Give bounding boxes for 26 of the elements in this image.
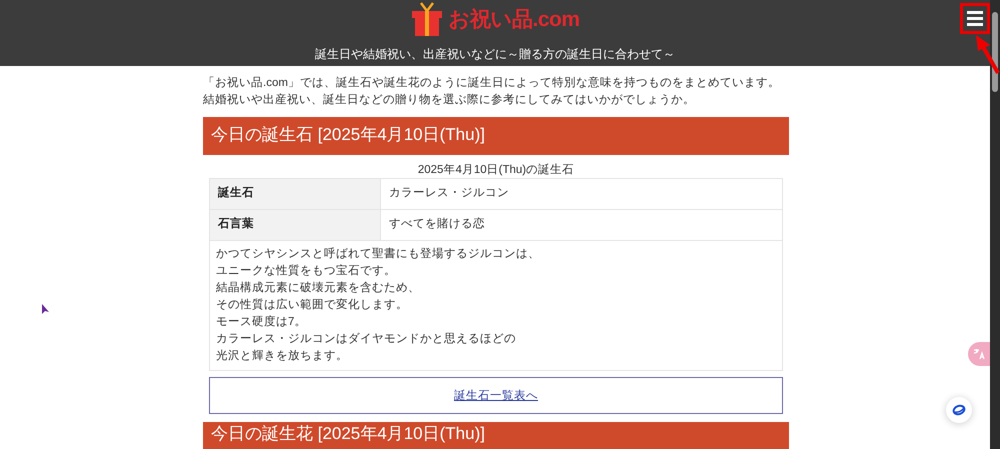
gift-icon <box>410 2 444 36</box>
description-line: カラーレス・ジルコンはダイヤモンドかと思えるほどの <box>216 332 516 347</box>
list-link[interactable]: 誕生石一覧表へ <box>454 388 538 403</box>
intro-text: 「お祝い品.com」では、誕生石や誕生花のように誕生日によって特別な意味を持つものをまとめています。 <box>203 76 780 91</box>
description-line: かつてシヤシンスと呼ばれて聖書にも登場するジルコンは、 <box>216 246 540 262</box>
assistant-button[interactable] <box>946 397 972 423</box>
description-line: 光沢と輝きを放ちます。 <box>216 348 348 364</box>
section-heading: 今日の誕生石 [2025年4月10日(Thu)] <box>203 117 789 155</box>
table-caption: 2025年4月10日(Thu)の誕生石 <box>416 162 576 178</box>
table-header-cell: 誕生石 <box>210 179 381 209</box>
pointer-arrow <box>974 35 1000 75</box>
section-heading: 今日の誕生花 [2025年4月10日(Thu)] <box>203 422 789 449</box>
table-cell-text: カラーレス・ジルコン <box>388 186 510 201</box>
ring-icon <box>952 404 966 416</box>
description-line: その性質は広い範囲で変化します。 <box>216 297 408 313</box>
table-header-cell: 石言葉 <box>210 210 381 240</box>
table-cell-text: すべてを賭ける恋 <box>388 216 486 232</box>
description-line: ユニークな性質をもつ宝石です。 <box>216 263 396 279</box>
translate-icon <box>973 348 985 360</box>
scrollbar-thumb[interactable] <box>992 12 998 92</box>
menu-button[interactable] <box>960 3 990 34</box>
description-line: モース硬度は7。 <box>216 314 306 330</box>
description-line: 結晶構成元素に破壊元素を含むため、 <box>216 280 420 296</box>
intro-text: 結婚祝いや出産祝い、誕生日などの贈り物を選ぶ際に参考にしてみてはいかがでしょうか。 <box>203 92 695 108</box>
site-tagline: 誕生日や結婚祝い、出産祝いなどに～贈る方の誕生日に合わせて～ <box>314 46 676 63</box>
cursor-icon <box>42 304 50 315</box>
